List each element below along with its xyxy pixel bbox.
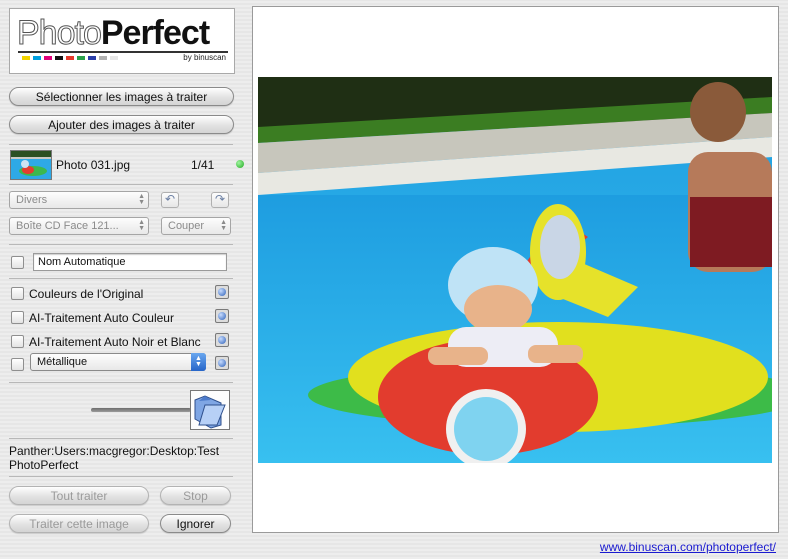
output-path: Panther:Users:macgregor:Desktop:Test Pho… [9, 444, 220, 472]
format-select-value: Boîte CD Face 121... [16, 220, 119, 232]
add-images-button[interactable]: Ajouter des images à traiter [9, 115, 234, 134]
undo-button[interactable]: ↶ [161, 192, 179, 208]
output-folder-well[interactable] [190, 390, 230, 430]
logo-color-dots [22, 56, 118, 60]
crop-select[interactable]: Couper ▲ ▼ [161, 217, 231, 235]
logo-color-dot [44, 56, 52, 60]
divider [9, 244, 233, 245]
option-settings-icon[interactable] [215, 309, 229, 323]
select-arrows-icon: ▲ ▼ [220, 219, 227, 232]
output-slider[interactable] [91, 408, 191, 412]
divider [9, 382, 233, 383]
divider [9, 476, 233, 477]
image-thumbnail[interactable] [10, 150, 52, 180]
preview-image [258, 77, 772, 463]
select-arrows-icon: ▲ ▼ [138, 219, 145, 232]
logo-color-dot [22, 56, 30, 60]
effect-select[interactable]: Métallique ▲ ▼ [30, 353, 206, 371]
logo-perfect-text: Perfect [100, 14, 210, 52]
status-indicator-icon [236, 160, 244, 168]
option-label-auto-color: AI-Traitement Auto Couleur [29, 311, 174, 325]
file-counter: 1/41 [191, 158, 215, 172]
logo-photo-text: Photo [17, 14, 103, 53]
select-images-button[interactable]: Sélectionner les images à traiter [9, 87, 234, 106]
effect-select-value: Métallique [37, 356, 88, 368]
auto-name-checkbox[interactable] [11, 256, 24, 269]
option-label-auto-bw: AI-Traitement Auto Noir et Blanc [29, 335, 201, 349]
effect-settings-icon[interactable] [215, 356, 229, 370]
option-settings-icon[interactable] [215, 333, 229, 347]
logo-color-dot [99, 56, 107, 60]
logo-color-dot [77, 56, 85, 60]
stop-button[interactable]: Stop [160, 486, 231, 505]
divider [9, 144, 233, 145]
redo-button[interactable]: ↷ [211, 192, 229, 208]
divider [9, 278, 233, 279]
option-checkbox-original-colors[interactable] [11, 287, 24, 300]
select-arrows-icon: ▲ ▼ [138, 193, 145, 206]
divider [9, 184, 233, 185]
option-checkbox-auto-bw[interactable] [11, 335, 24, 348]
effect-checkbox[interactable] [11, 358, 24, 371]
undo-arrow-icon: ↶ [164, 192, 176, 206]
redo-arrow-icon: ↷ [214, 192, 226, 206]
crop-select-value: Couper [168, 220, 205, 232]
logo-color-dot [55, 56, 63, 60]
auto-name-field-value: Nom Automatique [38, 256, 126, 268]
category-select-value: Divers [16, 194, 48, 206]
logo-color-dot [88, 56, 96, 60]
process-this-button[interactable]: Traiter cette image [9, 514, 149, 533]
select-arrows-icon: ▲ ▼ [191, 353, 206, 371]
option-label-original-colors: Couleurs de l'Original [29, 287, 144, 301]
logo-byline: by binuscan [183, 53, 226, 62]
pool-photo [258, 77, 772, 463]
thumbnail-image [11, 151, 51, 179]
category-select[interactable]: Divers ▲ ▼ [9, 191, 149, 209]
image-preview-panel [252, 6, 779, 533]
format-select[interactable]: Boîte CD Face 121... ▲ ▼ [9, 217, 149, 235]
divider [9, 438, 233, 439]
folder-icon [194, 395, 226, 429]
logo-color-dot [33, 56, 41, 60]
app-logo: PhotoPerfect by binuscan [9, 8, 235, 74]
option-checkbox-auto-color[interactable] [11, 311, 24, 324]
logo-wordmark: PhotoPerfect [17, 13, 211, 53]
auto-name-field[interactable]: Nom Automatique [33, 253, 227, 271]
process-all-button[interactable]: Tout traiter [9, 486, 149, 505]
file-name: Photo 031.jpg [56, 158, 131, 172]
logo-color-dot [110, 56, 118, 60]
website-link[interactable]: www.binuscan.com/photoperfect/ [600, 540, 776, 554]
logo-color-dot [66, 56, 74, 60]
option-settings-icon[interactable] [215, 285, 229, 299]
ignore-button[interactable]: Ignorer [160, 514, 231, 533]
